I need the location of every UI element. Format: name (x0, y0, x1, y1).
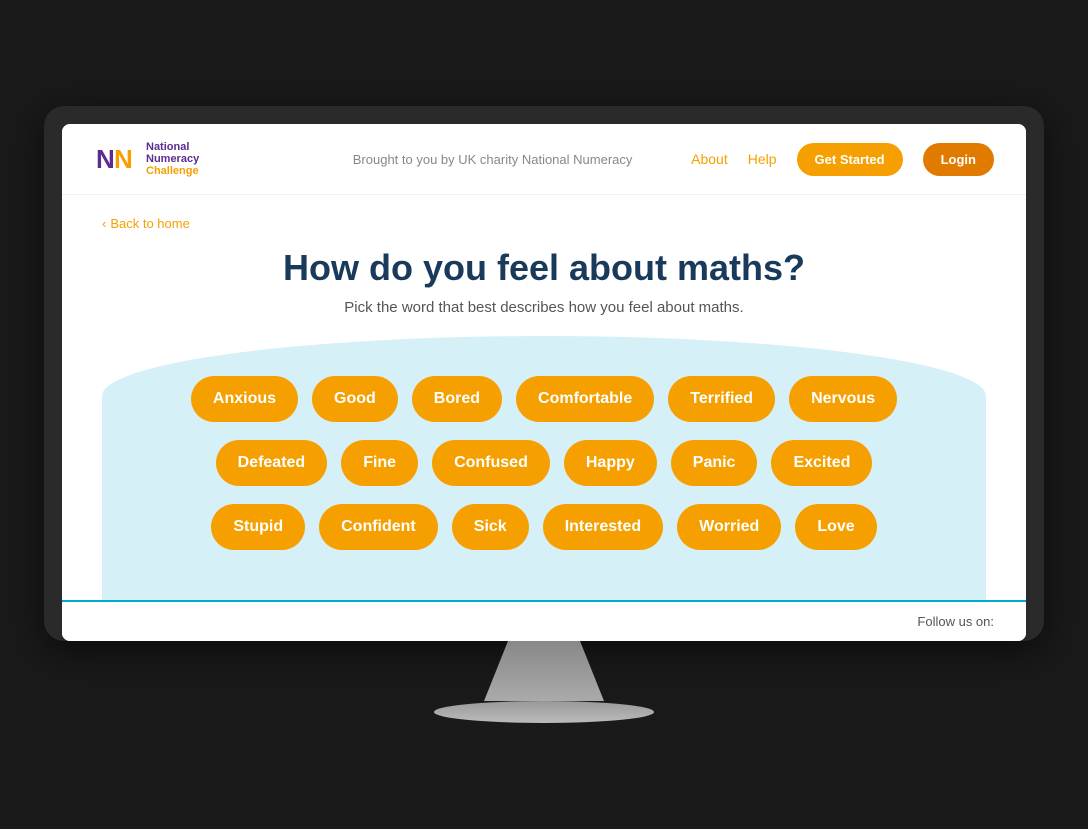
emotion-confident[interactable]: Confident (319, 504, 438, 550)
emotion-defeated[interactable]: Defeated (216, 440, 328, 486)
emotion-row-1: Anxious Good Bored Comfortable Terrified… (191, 376, 897, 422)
back-link-text: Back to home (110, 216, 190, 231)
footer-bar: Follow us on: (62, 600, 1026, 641)
login-button[interactable]: Login (923, 143, 994, 176)
emotion-excited[interactable]: Excited (771, 440, 872, 486)
emotion-confused[interactable]: Confused (432, 440, 550, 486)
emotion-grid: Anxious Good Bored Comfortable Terrified… (162, 376, 926, 550)
header-nav: About Help Get Started Login (691, 143, 994, 176)
svg-text:N: N (114, 144, 133, 174)
emotion-nervous[interactable]: Nervous (789, 376, 897, 422)
page-subtitle: Pick the word that best describes how yo… (102, 299, 986, 316)
back-chevron-icon: ‹ (102, 216, 106, 231)
site-header: N N National Numeracy Challenge Brought … (62, 124, 1026, 195)
emotion-fine[interactable]: Fine (341, 440, 418, 486)
logo-national: National (146, 141, 199, 153)
emotion-terrified[interactable]: Terrified (668, 376, 775, 422)
stand-neck (484, 641, 604, 701)
emotion-comfortable[interactable]: Comfortable (516, 376, 654, 422)
emotion-love[interactable]: Love (795, 504, 876, 550)
emotion-worried[interactable]: Worried (677, 504, 781, 550)
emotion-row-2: Defeated Fine Confused Happy Panic Excit… (216, 440, 873, 486)
back-link[interactable]: ‹ Back to home (102, 216, 190, 231)
emotion-good[interactable]: Good (312, 376, 398, 422)
emotion-row-3: Stupid Confident Sick Interested Worried… (211, 504, 876, 550)
logo-icon: N N (94, 138, 136, 180)
svg-text:N: N (96, 144, 115, 174)
about-link[interactable]: About (691, 151, 728, 167)
follow-text: Follow us on: (917, 614, 994, 629)
get-started-button[interactable]: Get Started (797, 143, 903, 176)
emotion-anxious[interactable]: Anxious (191, 376, 298, 422)
emotion-sick[interactable]: Sick (452, 504, 529, 550)
stand-base (434, 701, 654, 723)
page-title: How do you feel about maths? (102, 247, 986, 289)
logo-area: N N National Numeracy Challenge (94, 138, 294, 180)
help-link[interactable]: Help (748, 151, 777, 167)
emotion-stupid[interactable]: Stupid (211, 504, 305, 550)
logo-text: National Numeracy Challenge (146, 141, 199, 177)
emotion-happy[interactable]: Happy (564, 440, 657, 486)
header-tagline: Brought to you by UK charity National Nu… (294, 152, 691, 167)
logo-numeracy: Numeracy (146, 153, 199, 165)
emotion-background: Anxious Good Bored Comfortable Terrified… (102, 336, 986, 600)
logo-challenge: Challenge (146, 165, 199, 177)
emotion-panic[interactable]: Panic (671, 440, 758, 486)
monitor-stand (434, 641, 654, 723)
emotion-section: Anxious Good Bored Comfortable Terrified… (102, 336, 986, 600)
main-content: ‹ Back to home How do you feel about mat… (62, 195, 1026, 600)
emotion-interested[interactable]: Interested (543, 504, 663, 550)
emotion-bored[interactable]: Bored (412, 376, 502, 422)
